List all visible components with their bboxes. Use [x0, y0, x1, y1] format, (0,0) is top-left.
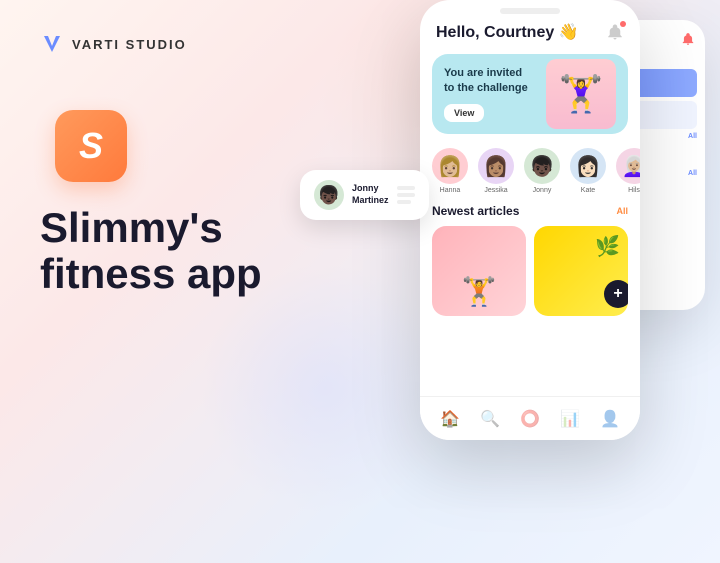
friend-name-hanna: Hanna [440, 187, 461, 194]
friend-item-jonny[interactable]: 👦🏿 Jonny [524, 148, 560, 194]
bg-decoration-2 [200, 263, 450, 513]
friend-name-jessika: Jessika [484, 187, 507, 194]
nav-home-icon[interactable]: 🏠 [440, 409, 460, 429]
articles-grid: 🏋️ 🌿 + [432, 226, 628, 316]
nav-profile-icon[interactable]: 👤 [600, 409, 620, 429]
main-heading: Slimmy's fitness app [40, 205, 262, 297]
app-icon-letter: S [79, 125, 103, 167]
brand-name: VARTI STUDIO [72, 37, 187, 52]
action-dot-2 [397, 193, 415, 197]
nav-circle-icon[interactable]: ⭕ [520, 409, 540, 429]
friend-item-jessika[interactable]: 👩🏽 Jessika [478, 148, 514, 194]
girl-illustration: 🏋️‍♀️ [546, 59, 616, 129]
friend-avatar-hils: 👩🏼‍🦳 [616, 148, 640, 184]
greeting-text: Hello, Courtney 👋 [436, 22, 579, 42]
action-dot-1 [397, 186, 415, 190]
bell-notification-dot [620, 21, 626, 27]
action-dot-3 [397, 200, 411, 204]
app-heading: Slimmy's fitness app [40, 205, 262, 297]
friend-avatar-jonny: 👦🏿 [524, 148, 560, 184]
phone-main: Hello, Courtney 👋 You are invited to the… [420, 0, 640, 440]
friends-row: 👩🏼 Hanna 👩🏽 Jessika 👦🏿 Jonny 👩🏻 Kate 👩🏼‍… [420, 140, 640, 198]
friend-item-hils[interactable]: 👩🏼‍🦳 Hils [616, 148, 640, 194]
friend-avatar-hanna: 👩🏼 [432, 148, 468, 184]
article-card-2[interactable]: 🌿 + [534, 226, 628, 316]
article-card-1-emoji: 🏋️ [462, 275, 497, 308]
floating-card: 👦🏿 JonnyMartinez [300, 170, 429, 220]
floating-card-text: JonnyMartinez [352, 183, 389, 206]
invite-card: You are invited to the challenge View 🏋️… [432, 54, 628, 134]
friend-avatar-jessika: 👩🏽 [478, 148, 514, 184]
floating-card-actions [397, 186, 415, 204]
article-card-2-emoji: 🌿 [595, 234, 620, 259]
nav-stats-icon[interactable]: 📊 [560, 409, 580, 429]
bottom-nav: 🏠 🔍 ⭕ 📊 👤 [420, 396, 640, 440]
friend-name-hils: Hils [628, 187, 640, 194]
articles-all-link[interactable]: All [616, 206, 628, 216]
article-card-1[interactable]: 🏋️ [432, 226, 526, 316]
floating-avatar: 👦🏿 [314, 180, 344, 210]
friend-item-hanna[interactable]: 👩🏼 Hanna [432, 148, 468, 194]
phone-header: Hello, Courtney 👋 [420, 14, 640, 48]
friend-avatar-kate: 👩🏻 [570, 148, 606, 184]
bell-icon-back [681, 32, 695, 46]
articles-title: Newest articles [432, 204, 519, 218]
varti-logo-icon [40, 32, 64, 56]
friend-name-kate: Kate [581, 187, 595, 194]
friend-name-jonny: Jonny [533, 187, 552, 194]
invite-text-area: You are invited to the challenge View [444, 66, 546, 122]
logo-area: VARTI STUDIO [40, 32, 187, 56]
invite-text: You are invited to the challenge [444, 66, 546, 95]
plus-button[interactable]: + [604, 280, 628, 308]
app-icon: S [55, 110, 127, 182]
friend-item-kate[interactable]: 👩🏻 Kate [570, 148, 606, 194]
articles-section: Newest articles All 🏋️ 🌿 + [420, 198, 640, 322]
articles-header: Newest articles All [432, 204, 628, 218]
bell-badge [606, 23, 624, 41]
invite-image: 🏋️‍♀️ [546, 59, 616, 129]
nav-search-icon[interactable]: 🔍 [480, 409, 500, 429]
view-button[interactable]: View [444, 104, 484, 122]
